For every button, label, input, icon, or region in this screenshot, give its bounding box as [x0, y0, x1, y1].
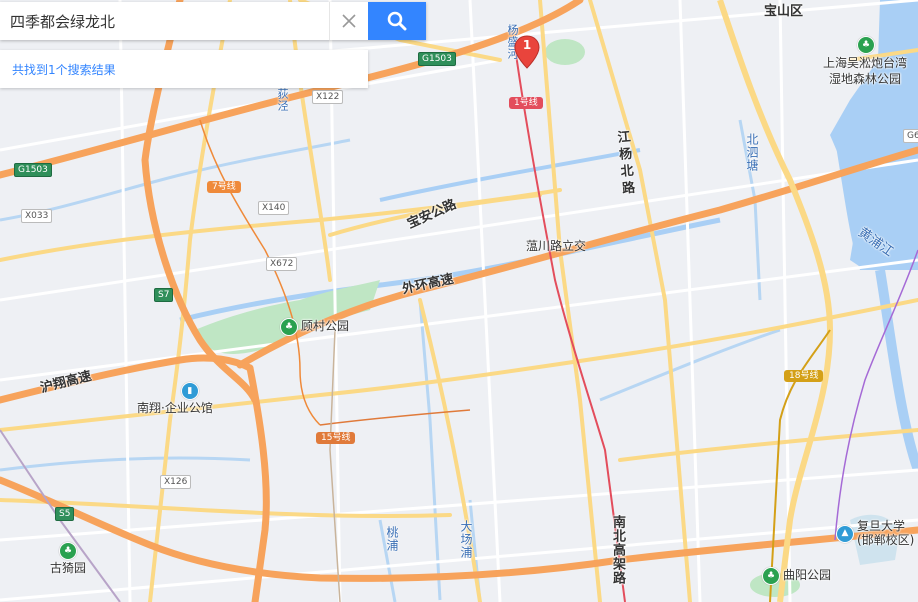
search-icon: [387, 11, 407, 31]
badge-metro-line18: 18号线: [784, 370, 824, 382]
badge-x140: X140: [258, 201, 290, 215]
badge-g1503-left: G1503: [14, 163, 52, 177]
badge-x122: X122: [312, 90, 344, 104]
label-yunchuan-interchange: 蕰川路立交: [526, 239, 587, 253]
badge-s5: S5: [55, 507, 75, 521]
park-tree-icon: ♣: [280, 318, 298, 336]
park-tree-icon: ♣: [762, 567, 780, 585]
building-icon: ▮: [180, 382, 199, 400]
park-top: [545, 39, 585, 65]
poi-wusong-park[interactable]: ♣: [857, 36, 875, 54]
badge-metro-line15: 15号线: [316, 432, 356, 444]
badge-s7: S7: [154, 288, 174, 302]
graduation-cap-icon: ▲: [836, 524, 854, 543]
clear-search-button[interactable]: [329, 2, 368, 40]
poi-gucun-park-label: 顾村公园: [301, 319, 350, 334]
map-canvas[interactable]: [0, 0, 918, 602]
search-box: [0, 2, 426, 40]
poi-quyang-park-label: 曲阳公园: [783, 568, 832, 583]
label-beisi-tang: 北泗塘: [745, 133, 759, 172]
close-icon: [342, 14, 356, 28]
result-marker-number: 1: [522, 38, 532, 52]
label-wusong-park: 上海吴淞炮台湾 湿地森林公园: [823, 56, 908, 86]
label-baoshan-district: 宝山区: [764, 4, 804, 19]
park-tree-icon: ♣: [59, 542, 77, 560]
poi-quyang-park[interactable]: ♣ 曲阳公园: [762, 567, 831, 585]
label-nanbei-elevated: 南北高架路: [610, 515, 625, 585]
badge-x126: X126: [160, 475, 192, 489]
poi-gucun-park[interactable]: ♣ 顾村公园: [280, 318, 349, 336]
badge-x672: X672: [266, 257, 298, 271]
poi-fudan-label: 复旦大学 (邯郸校区): [857, 519, 915, 547]
search-result-summary[interactable]: 共找到1个搜索结果: [0, 61, 116, 78]
label-dachangpu: 大场浦: [459, 520, 473, 559]
badge-metro-line1: 1号线: [509, 97, 543, 109]
badge-x033: X033: [21, 209, 53, 223]
poi-guyi-garden-label: 古猗园: [50, 561, 87, 575]
search-input[interactable]: [0, 2, 330, 40]
badge-metro-line7: 7号线: [207, 181, 241, 193]
badge-g1503-top: G1503: [418, 52, 456, 66]
park-tree-icon: ♣: [857, 36, 875, 54]
search-result-panel: 共找到1个搜索结果: [0, 50, 368, 88]
search-button[interactable]: [368, 2, 426, 40]
poi-guyi-garden[interactable]: ♣ 古猗园: [50, 542, 86, 576]
poi-nanxiang-park[interactable]: ▮ 南翔·企业公馆: [137, 382, 213, 416]
poi-nanxiang-park-label: 南翔·企业公馆: [137, 401, 213, 415]
label-taopu: 桃浦: [385, 526, 399, 552]
result-marker-pin[interactable]: 1: [514, 35, 540, 69]
badge-g65: G65: [903, 129, 918, 143]
poi-fudan[interactable]: ▲ 复旦大学 (邯郸校区): [836, 519, 915, 548]
label-qijing: 荻泾: [276, 88, 289, 112]
